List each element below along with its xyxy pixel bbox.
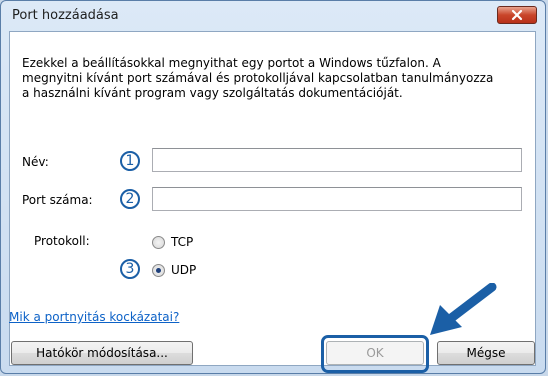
callout-2: 2 [120, 189, 140, 209]
change-scope-button[interactable]: Hatókör módosítása... [11, 341, 193, 365]
port-number-label: Port száma: [22, 193, 93, 207]
description-text: Ezekkel a beállításokkal megnyithat egy … [22, 56, 494, 100]
port-risks-link[interactable]: Mik a portnyitás kockázatai? [9, 310, 179, 324]
radio-tcp-circle[interactable] [152, 236, 165, 249]
radio-udp-circle[interactable] [152, 264, 165, 277]
close-button[interactable] [497, 6, 537, 24]
name-label: Név: [22, 155, 49, 169]
port-number-input[interactable] [152, 187, 522, 211]
callout-3: 3 [120, 259, 140, 279]
dialog-title: Port hozzáadása [12, 8, 119, 23]
pointer-arrow-icon [430, 283, 497, 335]
cancel-button[interactable]: Mégse [437, 341, 535, 365]
ok-highlight-box [321, 335, 429, 373]
protocol-label: Protokoll: [34, 234, 90, 248]
callout-1: 1 [120, 151, 140, 171]
radio-tcp[interactable]: TCP [152, 235, 212, 251]
radio-udp-label: UDP [171, 263, 197, 277]
name-input[interactable] [152, 148, 522, 172]
title-bar[interactable]: Port hozzáadása [1, 1, 545, 31]
radio-tcp-label: TCP [171, 235, 194, 249]
close-x-icon [511, 9, 523, 21]
radio-udp[interactable]: UDP [152, 263, 212, 279]
